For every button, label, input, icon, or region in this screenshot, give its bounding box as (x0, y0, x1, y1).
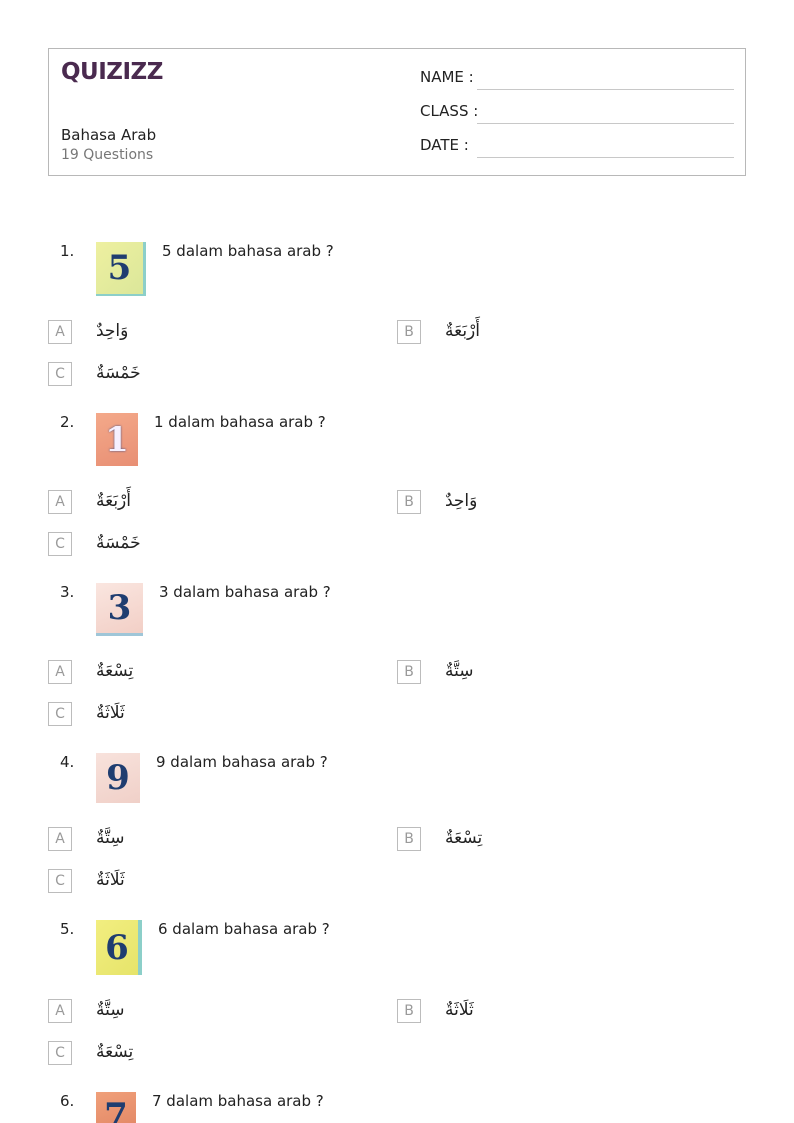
question-text: 6 dalam bahasa arab ? (158, 920, 330, 938)
option-letter: A (48, 827, 72, 851)
question-number: 5. (60, 920, 75, 938)
option-text: تِسْعَةٌ (445, 828, 483, 848)
name-label: NAME : (420, 68, 474, 86)
question-number: 2. (60, 413, 75, 431)
option-text: ثَلَاثَةٌ (96, 703, 125, 723)
question-number: 6. (60, 1092, 75, 1110)
option-text: خَمْسَةٌ (96, 363, 141, 383)
option-text: تِسْعَةٌ (96, 661, 134, 681)
quiz-title: Bahasa Arab (61, 126, 157, 144)
option-letter: B (397, 660, 421, 684)
option-text: سِتَّةٌ (96, 1000, 125, 1020)
option-text: خَمْسَةٌ (96, 533, 141, 553)
option-letter: B (397, 490, 421, 514)
option-letter: C (48, 362, 72, 386)
option-text: ثَلَاثَةٌ (445, 1000, 474, 1020)
option-text: أَرْبَعَةٌ (445, 321, 480, 341)
date-field[interactable]: DATE : (420, 136, 734, 158)
option-letter: B (397, 999, 421, 1023)
option-letter: C (48, 1041, 72, 1065)
option-text: ثَلَاثَةٌ (96, 870, 125, 890)
option-letter: C (48, 532, 72, 556)
option-letter: A (48, 660, 72, 684)
number-image: 5 (96, 242, 146, 296)
question-count: 19 Questions (61, 147, 154, 163)
class-field[interactable]: CLASS : (420, 102, 734, 124)
option-letter: C (48, 869, 72, 893)
option-letter: B (397, 827, 421, 851)
question-number: 3. (60, 583, 75, 601)
name-line[interactable] (477, 89, 734, 90)
question-number: 4. (60, 753, 75, 771)
question-text: 3 dalam bahasa arab ? (159, 583, 331, 601)
number-image: 1 (96, 413, 138, 466)
question-number: 1. (60, 242, 75, 260)
class-label: CLASS : (420, 102, 479, 120)
option-letter: A (48, 320, 72, 344)
option-text: تِسْعَةٌ (96, 1042, 134, 1062)
option-letter: B (397, 320, 421, 344)
option-text: سِتَّةٌ (445, 661, 474, 681)
question-text: 1 dalam bahasa arab ? (154, 413, 326, 431)
date-label: DATE : (420, 136, 469, 154)
question-text: 7 dalam bahasa arab ? (152, 1092, 324, 1110)
question-text: 5 dalam bahasa arab ? (162, 242, 334, 260)
option-text: وَاحِدٌ (445, 491, 478, 511)
number-image: 7 (96, 1092, 136, 1123)
name-field[interactable]: NAME : (420, 68, 734, 90)
quizizz-logo: QUIZIZZ (61, 59, 163, 85)
option-text: وَاحِدٌ (96, 321, 129, 341)
number-image: 6 (96, 920, 142, 975)
number-image: 3 (96, 583, 143, 636)
option-letter: A (48, 999, 72, 1023)
option-letter: A (48, 490, 72, 514)
date-line[interactable] (477, 157, 734, 158)
class-line[interactable] (477, 123, 734, 124)
option-text: سِتَّةٌ (96, 828, 125, 848)
option-text: أَرْبَعَةٌ (96, 491, 131, 511)
number-image: 9 (96, 753, 140, 803)
question-text: 9 dalam bahasa arab ? (156, 753, 328, 771)
option-letter: C (48, 702, 72, 726)
worksheet-header: QUIZIZZ Bahasa Arab 19 Questions NAME : … (48, 48, 746, 176)
